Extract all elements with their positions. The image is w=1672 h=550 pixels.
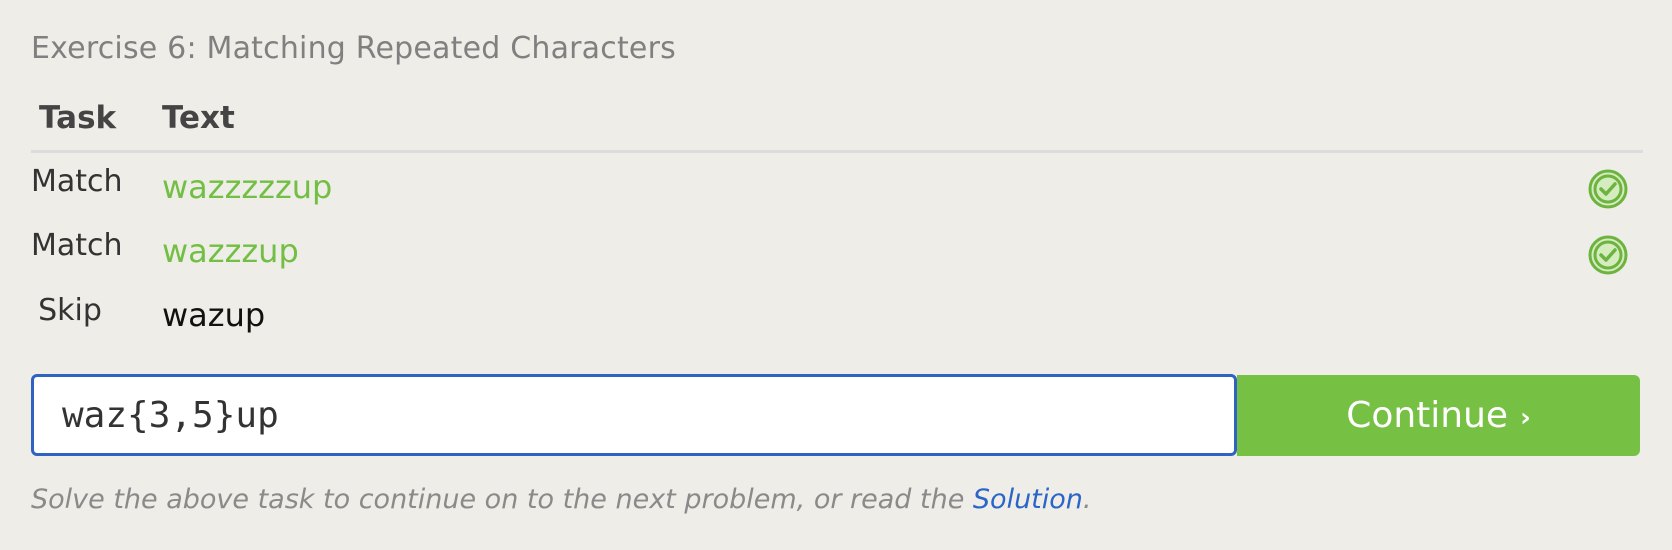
hint-text-before: Solve the above task to continue on to t…	[31, 484, 973, 515]
row-task-label: Match	[31, 164, 123, 199]
row-text: wazup	[162, 296, 266, 334]
solution-link[interactable]: Solution	[973, 484, 1083, 515]
column-header-text: Text	[162, 100, 235, 136]
row-task-label: Skip	[38, 293, 102, 328]
check-circle-icon	[1588, 235, 1628, 275]
regex-answer-input[interactable]	[31, 374, 1237, 456]
table-row: Match wazzzup	[31, 222, 1643, 282]
table-header: Task Text	[31, 96, 1643, 153]
hint-text: Solve the above task to continue on to t…	[31, 484, 1092, 515]
row-text: wazzzup	[162, 232, 299, 270]
table-row: Skip wazup	[31, 288, 1643, 348]
table-row: Match wazzzzzup	[31, 158, 1643, 218]
continue-button[interactable]: Continue ›	[1237, 375, 1640, 456]
row-text: wazzzzzup	[162, 168, 333, 206]
row-task-label: Match	[31, 228, 123, 263]
check-circle-icon	[1588, 169, 1628, 209]
exercise-title: Exercise 6: Matching Repeated Characters	[31, 31, 676, 66]
chevron-right-icon: ›	[1520, 402, 1531, 433]
column-header-task: Task	[39, 100, 117, 136]
hint-text-after: .	[1082, 484, 1092, 515]
continue-button-label: Continue	[1346, 395, 1509, 436]
